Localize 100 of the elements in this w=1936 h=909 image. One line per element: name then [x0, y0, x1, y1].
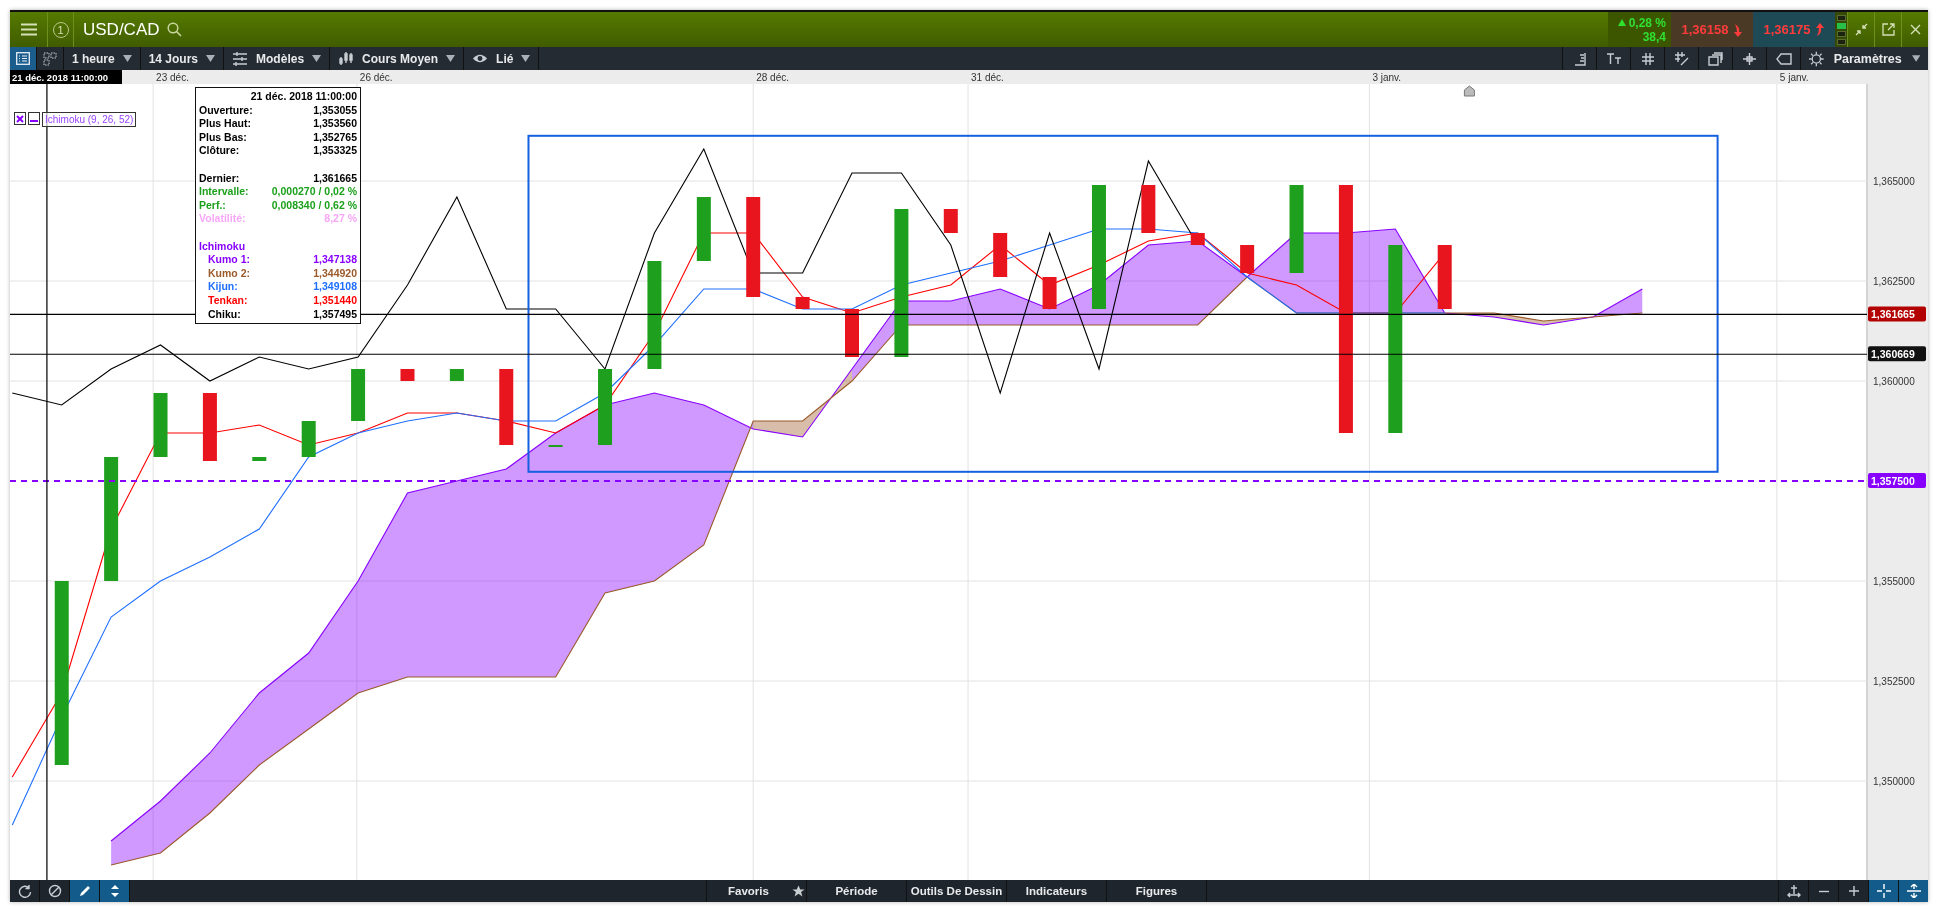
popout-icon	[1881, 23, 1895, 36]
list-view-button[interactable]	[10, 47, 37, 70]
tooltip-label: Volatilité:	[199, 212, 246, 226]
tooltip-label: Kumo 1:	[208, 253, 250, 267]
tooltip-label: Plus Bas:	[199, 130, 247, 145]
candle	[1240, 245, 1255, 273]
scale-icon	[1572, 51, 1587, 66]
bid-price: 1,36158	[1681, 22, 1729, 37]
tooltip-label: Perf.:	[199, 198, 226, 213]
tooltip-value: 1,353560	[313, 117, 357, 131]
date-axis-label: 5 janv.	[1779, 71, 1809, 83]
tooltip-heading: Ichimoku	[199, 239, 246, 254]
tooltip-value: 1,353055	[313, 103, 357, 118]
minimize-indicator-button[interactable]	[28, 112, 40, 125]
candle	[993, 233, 1008, 277]
tooltip-value: 0,008340 / 0,62 %	[271, 198, 357, 213]
menu-icon	[20, 23, 37, 36]
text-size-icon	[1605, 52, 1622, 65]
date-axis-label: 26 déc.	[359, 71, 393, 83]
tooltip-value: 8,27 %	[324, 212, 357, 226]
date-axis-label: 31 déc.	[971, 71, 1004, 83]
caret-icon	[1911, 55, 1920, 62]
tooltip-value: 1,349108	[313, 280, 357, 294]
candle	[400, 369, 415, 381]
date-axis-label: 3 janv.	[1372, 71, 1402, 83]
price-axis-label: 1,365000	[1873, 175, 1915, 187]
date-axis-label: 23 déc.	[156, 71, 189, 83]
caret-icon	[446, 55, 456, 62]
price-tag: 1,360669	[1868, 346, 1926, 362]
refresh-icon	[17, 884, 32, 898]
zoom-tool-button[interactable]	[1868, 880, 1898, 902]
horizontal-line[interactable]	[10, 353, 1868, 355]
price-tag: 1,357500	[1868, 473, 1926, 488]
symbol-title: USD/CAD	[83, 19, 160, 40]
tool-button[interactable]	[70, 880, 100, 902]
candle	[1141, 185, 1156, 233]
signal-bars-icon	[1836, 14, 1846, 45]
sliders-icon	[232, 51, 249, 66]
minimize-icon	[30, 120, 38, 122]
minus-icon	[1817, 889, 1830, 893]
price-axis-label: 1,360000	[1873, 375, 1915, 387]
close-icon	[16, 114, 24, 123]
move-icon	[1786, 884, 1801, 898]
down-arrow-icon	[1732, 22, 1743, 37]
pencil-icon	[77, 884, 92, 898]
resize-icon	[1906, 884, 1921, 898]
tooltip-label: Chiku:	[208, 307, 241, 322]
cancel-icon	[47, 884, 62, 898]
caret-icon	[312, 55, 322, 62]
candle	[252, 457, 267, 461]
search-icon[interactable]	[166, 22, 182, 37]
up-triangle-icon	[1617, 19, 1626, 26]
tooltip-date: 21 déc. 2018 11:00:00	[250, 90, 357, 104]
list-icon	[16, 52, 30, 65]
candles-icon	[338, 51, 355, 66]
rectangle-drawing[interactable]	[527, 134, 1719, 473]
horizontal-line[interactable]	[10, 313, 1868, 315]
collapse-icon	[1854, 23, 1868, 36]
zoom-tool-button[interactable]	[1898, 880, 1928, 902]
tooltip-value: 1,347138	[313, 253, 357, 267]
tooltip-label: Kijun:	[208, 280, 238, 294]
candle	[845, 309, 859, 357]
tool-button[interactable]	[100, 880, 130, 902]
tooltip-value: 1,352765	[313, 130, 357, 145]
tooltip-label: Kumo 2:	[208, 266, 250, 281]
tag-icon	[1775, 52, 1792, 65]
tooltip-value: 1,351440	[313, 293, 357, 308]
tooltip-value: 1,361665	[313, 171, 357, 186]
change-points: 38,4	[1642, 29, 1666, 44]
settings-icon	[1809, 50, 1824, 67]
price-axis-label: 1,352500	[1873, 675, 1915, 687]
layers-icon	[1708, 51, 1723, 66]
candle	[351, 369, 366, 421]
grid-pen-icon	[1674, 51, 1689, 66]
caret-icon	[206, 55, 216, 62]
crosshair-icon	[1876, 884, 1891, 898]
price-axis-label: 1,350000	[1873, 775, 1915, 787]
eye-icon	[472, 53, 489, 64]
tooltip-label: Tenkan:	[208, 293, 248, 308]
up-arrow-icon	[1814, 22, 1825, 37]
grid-icon	[1640, 51, 1655, 66]
price-tag: 1,361665	[1868, 306, 1926, 322]
tooltip-label: Intervalle:	[199, 185, 249, 199]
star-icon	[791, 884, 805, 898]
remove-indicator-button[interactable]	[14, 112, 26, 125]
tooltip-label: Dernier:	[199, 171, 240, 186]
caret-icon	[122, 55, 132, 62]
price-axis-label: 1,362500	[1873, 275, 1915, 287]
tooltip-label: Clôture:	[199, 144, 240, 158]
caret-icon	[521, 55, 531, 62]
indicator-legend: Ichimoku (9, 26, 52)	[42, 112, 137, 127]
layout-icon	[43, 51, 57, 66]
change-percent: 0,28 %	[1628, 15, 1666, 30]
ask-price: 1,36175	[1763, 22, 1811, 37]
tooltip-value: 1,344920	[313, 266, 357, 281]
tooltip-value: 1,357495	[313, 307, 357, 322]
tooltip-value: 0,000270 / 0,02 %	[271, 185, 357, 199]
crosshair-date: 21 déc. 2018 11:00:00	[10, 70, 122, 84]
date-axis-label: 28 déc.	[756, 71, 790, 83]
price-axis-label: 1,355000	[1873, 575, 1915, 587]
